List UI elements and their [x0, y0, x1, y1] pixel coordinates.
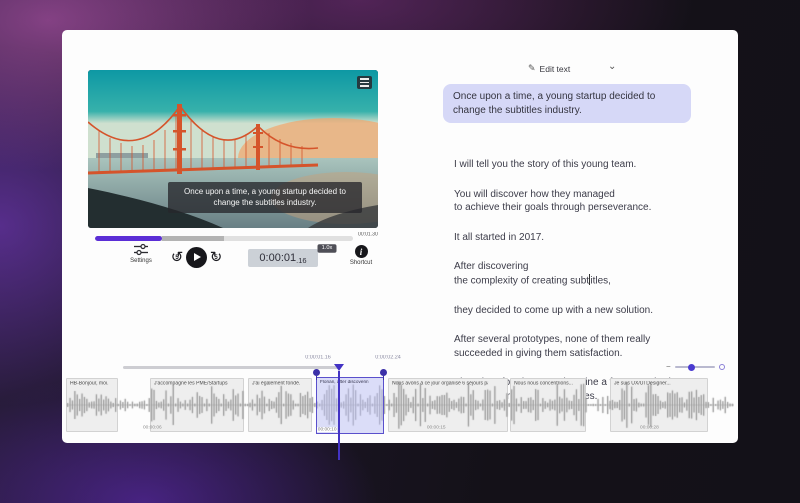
- video-progress-bar[interactable]: [95, 236, 353, 241]
- zoom-knob[interactable]: [688, 364, 695, 371]
- video-duration-label: 00:01.30: [358, 232, 378, 237]
- subtitle-overlay: Once upon a time, a young startup decide…: [168, 182, 362, 213]
- info-icon: i: [355, 245, 368, 258]
- selection-right-handle[interactable]: [380, 369, 387, 376]
- timeline-zoom-slider[interactable]: −: [666, 363, 725, 371]
- subtitle-paragraph[interactable]: It all started in 2017.: [454, 231, 716, 245]
- playhead[interactable]: [334, 364, 344, 371]
- selection-left-handle[interactable]: [313, 369, 320, 376]
- forward-5-button[interactable]: ↻5: [207, 249, 225, 267]
- current-time-display: 0:00:01.16: [248, 249, 318, 267]
- progress-played: [95, 236, 162, 241]
- segment-start-time: 00:00:28: [611, 425, 688, 430]
- zoom-track[interactable]: [675, 366, 715, 368]
- edit-text-title: Edit text: [540, 64, 571, 74]
- subtitle-paragraph[interactable]: I will tell you the story of this young …: [454, 158, 716, 172]
- active-subtitle-block[interactable]: Once upon a time, a young startup decide…: [443, 84, 691, 123]
- segment-label: Nous avons à ce jour organisé 6 séjours …: [392, 381, 488, 386]
- subtitle-paragraph[interactable]: After discoveringthe complexity of creat…: [454, 260, 716, 288]
- segment-label: Je suis UX/UI Designer...: [614, 381, 691, 386]
- playback-speed-badge[interactable]: 1.0x: [318, 244, 337, 253]
- time-frames: .16: [296, 256, 306, 265]
- app-window: Once upon a time, a young startup decide…: [62, 30, 738, 443]
- subtitle-paragraph[interactable]: they decided to come up with a new solut…: [454, 304, 716, 318]
- segment-start-time: 00:00:06: [143, 425, 162, 430]
- chevron-down-icon[interactable]: ⌄: [608, 61, 616, 72]
- segment-label: HB-Bonjour, moi...: [70, 381, 108, 386]
- progress-buffered: [162, 236, 224, 241]
- selection-end-time: 0:00:02.24: [366, 355, 409, 360]
- segment-label: J'accompagne les PME/Startups dans...: [154, 381, 228, 386]
- segment-start-time: 00:00:15: [389, 425, 483, 430]
- segment-label: Nous nous concentrions...: [514, 381, 573, 386]
- segment-label: J'ai également fondé...: [252, 381, 300, 386]
- pencil-icon: ✎: [528, 63, 536, 74]
- rewind-5-button[interactable]: ↺5: [168, 249, 186, 267]
- timeline-scrollbar[interactable]: [123, 366, 339, 369]
- selected-segment-start-time: 00:00:10: [317, 427, 337, 432]
- settings-sliders-icon: [134, 243, 148, 256]
- selection-start-time: 0:00:01.16: [296, 355, 339, 360]
- selected-segment[interactable]: Florian, after discovering.. 00:00:10: [316, 377, 384, 434]
- subtitle-paragraph[interactable]: You will discover how they managedto ach…: [454, 188, 716, 215]
- timeline[interactable]: − 0:00:01.16 0:00:02.24 HB-Bonjour, moi.…: [62, 355, 738, 443]
- video-menu-icon[interactable]: [357, 76, 372, 89]
- shortcut-label: Shortcut: [350, 260, 372, 266]
- video-player[interactable]: Once upon a time, a young startup decide…: [88, 70, 378, 228]
- play-button[interactable]: [186, 247, 207, 268]
- edit-text-header[interactable]: ✎ Edit text: [528, 63, 570, 74]
- selected-segment-label: Florian, after discovering..: [320, 380, 368, 385]
- settings-label: Settings: [130, 258, 152, 264]
- playhead-line: [338, 371, 340, 460]
- zoom-out-icon[interactable]: −: [666, 363, 671, 371]
- time-main: 0:00:01: [259, 252, 296, 264]
- settings-button[interactable]: Settings: [124, 243, 158, 264]
- shortcut-button[interactable]: i Shortcut: [345, 245, 377, 266]
- zoom-in-icon[interactable]: [719, 364, 725, 370]
